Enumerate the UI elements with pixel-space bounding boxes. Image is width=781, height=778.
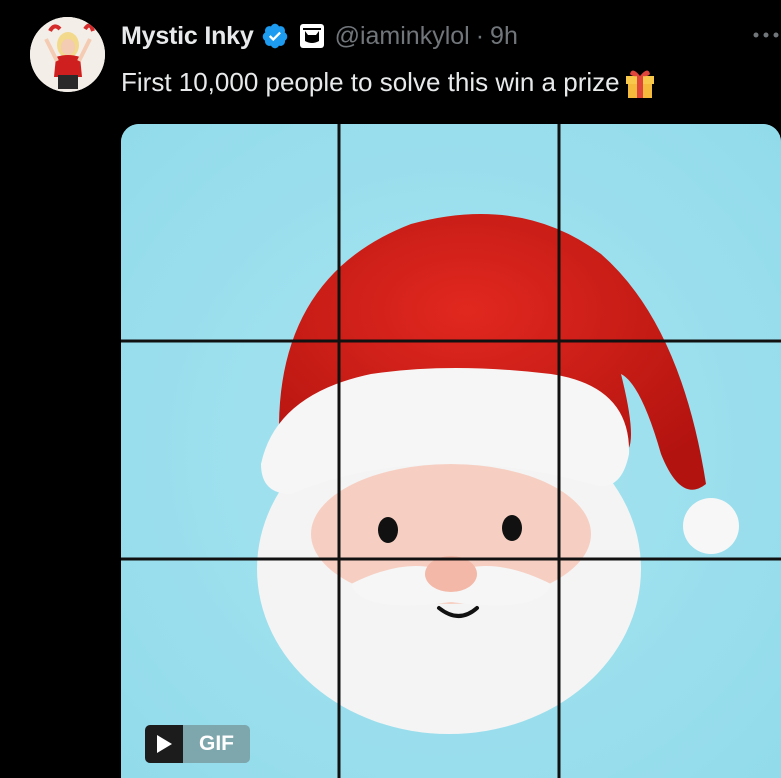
display-name[interactable]: Mystic Inky	[121, 22, 254, 51]
gif-label: GIF	[183, 725, 250, 763]
tweet-time[interactable]: 9h	[490, 22, 518, 51]
santa-puzzle-image	[121, 124, 781, 778]
user-handle[interactable]: @iaminkylol	[335, 22, 470, 51]
avatar-image	[30, 17, 105, 92]
gif-badge[interactable]: GIF	[145, 725, 250, 763]
gif-media[interactable]	[121, 124, 781, 778]
gift-icon	[622, 64, 658, 100]
more-options-icon[interactable]	[752, 28, 780, 42]
tweet-header: Mystic Inky @iaminkylol · 9h	[121, 16, 518, 56]
separator-dot: ·	[475, 21, 485, 50]
tweet-text: First 10,000 people to solve this win a …	[121, 66, 620, 97]
verified-badge-icon[interactable]	[261, 22, 289, 50]
play-icon[interactable]	[145, 725, 183, 763]
avatar[interactable]	[30, 17, 105, 92]
tweet-text-row: First 10,000 people to solve this win a …	[121, 64, 658, 100]
cat-affiliation-icon[interactable]	[299, 23, 325, 49]
tweet[interactable]: Mystic Inky @iaminkylol · 9h First 10,00	[0, 0, 781, 778]
